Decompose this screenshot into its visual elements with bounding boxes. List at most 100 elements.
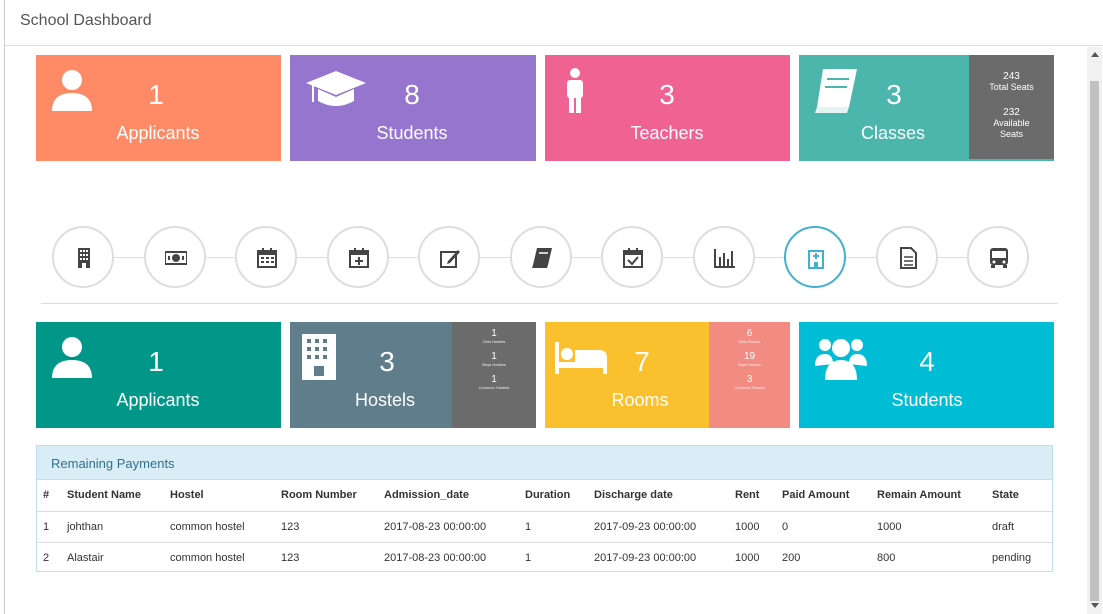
cell-rent: 1000 (735, 551, 760, 564)
cell-state: pending (992, 551, 1032, 564)
students-card[interactable]: 8 Students (290, 55, 536, 161)
hostel-students-count: 4 (919, 346, 935, 377)
cell-room-number: 123 (275, 511, 378, 543)
col-paid-amount: Paid Amount (776, 480, 871, 512)
hostel-applicants-card[interactable]: 1 Applicants (36, 322, 281, 428)
cell-remain-amount: 800 (877, 551, 896, 564)
payments-panel-title: Remaining Payments (37, 446, 1052, 480)
nav-calendar-button[interactable] (235, 226, 297, 288)
cell-student-name: Alastair (67, 551, 104, 564)
applicants-card[interactable]: 1 Applicants (36, 55, 281, 161)
payments-table: # Student Name Hostel Room Number Admiss… (37, 480, 1052, 573)
building-icon (78, 248, 90, 268)
col-hostel: Hostel (164, 480, 275, 512)
nav-bus-button[interactable] (967, 226, 1029, 288)
boys-hostels-item: 1 Boys Hostels (482, 351, 506, 367)
nav-calendar-check-button[interactable] (601, 226, 663, 288)
money-icon (165, 251, 187, 265)
users-icon (815, 339, 867, 380)
col-duration: Duration (519, 480, 588, 512)
cell-duration: 1 (519, 511, 588, 543)
edit-icon (440, 250, 460, 268)
common-hostels-item: 1 Common Hostels (478, 374, 510, 390)
table-row[interactable]: 1 johthan common hostel 123 2017-08-23 0… (37, 511, 1052, 543)
scroll-up-arrow-icon[interactable] (1091, 52, 1099, 57)
students-label: Students (376, 123, 448, 143)
table-row[interactable]: 2 Alastair common hostel 123 2017-08-23 … (37, 542, 1052, 573)
document-icon (900, 247, 917, 269)
window-title: School Dashboard (20, 12, 152, 29)
col-room-number: Room Number (275, 480, 378, 512)
applicants-label: Applicants (116, 123, 200, 143)
vertical-scrollbar[interactable] (1087, 47, 1102, 614)
hostels-count: 3 (379, 346, 395, 377)
cell-discharge-date: 2017-09-23 00:00:00 (588, 511, 729, 543)
cell-duration: 1 (525, 551, 532, 564)
table-header-row: # Student Name Hostel Room Number Admiss… (37, 480, 1052, 512)
classes-card[interactable]: 3 Classes 243 Total Seats 232 Available … (799, 55, 1054, 161)
calendar-check-icon (623, 248, 643, 268)
hostels-card[interactable]: 3 Hostels 1 Girls Hostels 1 Boys Hostels 1… (290, 322, 536, 428)
building-icon (302, 334, 336, 380)
total-seats-label: Total Seats (989, 82, 1034, 92)
bed-icon (555, 342, 607, 374)
dashboard-window: School Dashboard 1 Applicants 8 Students… (4, 0, 1103, 614)
section-divider (41, 303, 1058, 304)
hostel-students-label: Students (891, 390, 963, 410)
teachers-card[interactable]: 3 Teachers (545, 55, 790, 161)
cell-room-number: 123 (281, 551, 300, 564)
hostel-applicants-label: Applicants (116, 390, 200, 410)
students-count: 8 (404, 79, 420, 110)
col-student-name: Student Name (61, 480, 164, 512)
nav-hospital-button[interactable] (784, 226, 846, 288)
calendar-plus-icon (349, 248, 369, 268)
teachers-label: Teachers (630, 123, 704, 143)
cell-hostel: common hostel (170, 551, 245, 564)
col-state: State (986, 480, 1052, 512)
scroll-thumb[interactable] (1090, 81, 1099, 601)
classes-count: 3 (886, 79, 902, 110)
hostels-breakdown-panel: 1 Girls Hostels 1 Boys Hostels 1 Common Hos… (452, 322, 536, 428)
scroll-down-arrow-icon[interactable] (1091, 603, 1099, 608)
title-bar: School Dashboard (5, 0, 1103, 46)
girls-hostels-item: 1 Girls Hostels (482, 328, 506, 344)
cell-discharge-date: 2017-09-23 00:00:00 (594, 551, 697, 564)
cell-paid-amount: 0 (776, 511, 871, 543)
col-discharge-date: Discharge date (588, 480, 729, 512)
nav-bar-chart-button[interactable] (693, 226, 755, 288)
cell-admission-date: 2017-08-23 00:00:00 (384, 551, 487, 564)
nav-money-button[interactable] (144, 226, 206, 288)
girls-rooms-item: 6 Girls Rooms (738, 328, 761, 344)
rooms-card[interactable]: 7 Rooms 6 Girls Rooms 19 Boys Rooms 3 Commo… (545, 322, 790, 428)
cell-paid-amount: 200 (782, 551, 801, 564)
applicants-count: 1 (148, 79, 164, 110)
nav-document-button[interactable] (876, 226, 938, 288)
cell-admission-date: 2017-08-23 00:00:00 (378, 511, 519, 543)
book-icon (532, 248, 552, 268)
nav-edit-button[interactable] (418, 226, 480, 288)
cell-student-name: johthan (61, 511, 164, 543)
calendar-icon (257, 248, 277, 268)
hospital-icon (808, 250, 824, 269)
col-remain-amount: Remain Amount (871, 480, 986, 512)
classes-label: Classes (860, 123, 926, 143)
available-seats-value: 232 (1003, 107, 1020, 118)
user-icon (52, 70, 92, 111)
col-admission-date: Admission_date (378, 480, 519, 512)
available-seats-label-2: Seats (999, 129, 1023, 139)
user-icon (52, 337, 92, 378)
hostel-students-card[interactable]: 4 Students (799, 322, 1054, 428)
rooms-count: 7 (634, 346, 650, 377)
nav-book-button[interactable] (510, 226, 572, 288)
nav-calendar-plus-button[interactable] (327, 226, 389, 288)
classes-seats-panel: 243 Total Seats 232 Available Seats (969, 55, 1054, 159)
cell-state: draft (986, 511, 1052, 543)
nav-building-button[interactable] (52, 226, 114, 288)
remaining-payments-panel: Remaining Payments # Student Name Hostel… (36, 445, 1053, 572)
bus-icon (990, 248, 1008, 268)
col-index: # (37, 480, 61, 512)
bar-chart-icon (714, 249, 735, 268)
col-rent: Rent (729, 480, 776, 512)
cell-hostel: common hostel (164, 511, 275, 543)
cell-remain-amount: 1000 (871, 511, 986, 543)
